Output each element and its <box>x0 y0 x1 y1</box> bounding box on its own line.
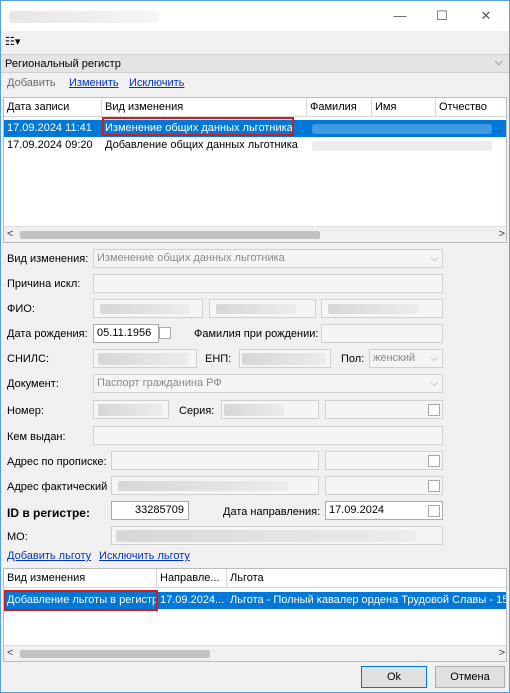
fio-label: ФИО: <box>7 303 35 315</box>
redacted-name <box>312 141 492 151</box>
calendar-icon[interactable] <box>428 505 440 517</box>
row-direction: 17.09.2024... <box>160 594 225 606</box>
delete-benefit-link[interactable]: Исключить льготу <box>99 550 190 562</box>
close-button[interactable]: ✕ <box>477 7 495 25</box>
benefit-scrollbar[interactable]: < > <box>4 645 506 661</box>
gender-label: Пол: <box>341 353 365 365</box>
change-type-select[interactable]: Изменение общих данных льготника ⌵ <box>93 249 443 268</box>
column-header-patronymic[interactable]: Отчество <box>436 98 506 117</box>
actual-address-field[interactable] <box>111 476 319 495</box>
section-header[interactable]: Региональный регистр ⌵ <box>1 54 509 73</box>
enp-label: ЕНП: <box>205 353 232 365</box>
gender-value: женский <box>373 352 416 364</box>
document-date-field[interactable] <box>325 400 443 419</box>
registry-id-field[interactable]: 33285709 <box>111 501 189 520</box>
benefit-grid: Вид изменения Направле... Льгота Добавле… <box>3 568 507 662</box>
ok-button[interactable]: Ok <box>361 666 427 688</box>
change-type-label: Вид изменения: <box>7 253 89 265</box>
history-grid: Дата записи Вид изменения Фамилия Имя От… <box>3 97 507 243</box>
chevron-down-icon: ⌵ <box>430 378 438 389</box>
issued-by-field[interactable] <box>93 426 443 445</box>
birth-date-label: Дата рождения: <box>7 328 88 340</box>
row-benefit: Льгота - Полный кавалер ордена Трудовой … <box>230 594 507 606</box>
actual-address-label: Адрес фактический <box>7 481 108 493</box>
chevron-down-icon: ⌵ <box>430 353 438 364</box>
row-date: 17.09.2024 09:20 <box>7 139 93 151</box>
column-header-direction[interactable]: Направле... <box>157 569 227 588</box>
scroll-left-icon[interactable]: < <box>7 228 13 240</box>
reg-address-extra-field[interactable] <box>325 451 443 470</box>
actual-address-checkbox[interactable] <box>428 480 440 492</box>
snils-field[interactable] <box>93 349 197 368</box>
direction-date-label: Дата направления: <box>223 506 321 518</box>
reg-address-checkbox[interactable] <box>428 455 440 467</box>
scroll-right-icon[interactable]: > <box>499 647 505 659</box>
minimize-button[interactable]: — <box>391 7 409 25</box>
highlight-box <box>102 117 294 136</box>
maiden-name-label: Фамилия при рождении: <box>194 328 319 340</box>
window-title-redacted <box>9 11 159 23</box>
number-label: Номер: <box>7 405 44 417</box>
exclude-reason-label: Причина искл: <box>7 278 81 290</box>
chevron-down-icon: ⌵ <box>430 253 438 264</box>
registry-id-label: ID в регистре: <box>7 506 90 520</box>
series-field[interactable] <box>221 400 319 419</box>
change-type-value: Изменение общих данных льготника <box>97 252 285 264</box>
column-header-name[interactable]: Имя <box>372 98 436 117</box>
first-name-field[interactable] <box>209 299 316 318</box>
row-date: 17.09.2024 11:41 <box>7 122 92 134</box>
table-row[interactable]: 17.09.2024 09:20 Добавление общих данных… <box>4 137 506 154</box>
section-title: Региональный регистр <box>5 58 121 70</box>
benefit-grid-header: Вид изменения Направле... Льгота <box>4 569 506 588</box>
column-header-surname[interactable]: Фамилия <box>307 98 372 117</box>
add-benefit-link[interactable]: Добавить льготу <box>7 550 91 562</box>
mo-field[interactable] <box>111 526 443 545</box>
calendar-icon[interactable] <box>428 404 440 416</box>
series-label: Серия: <box>179 405 215 417</box>
birth-date-field[interactable]: 05.11.1956 <box>93 324 159 343</box>
number-field[interactable] <box>93 400 169 419</box>
snils-label: СНИЛС: <box>7 353 50 365</box>
column-header-benefit[interactable]: Льгота <box>227 569 506 588</box>
exclude-reason-field[interactable] <box>93 274 443 293</box>
cancel-button[interactable]: Отмена <box>435 666 505 688</box>
mo-label: МО: <box>7 531 28 543</box>
surname-field[interactable] <box>93 299 203 318</box>
document-label: Документ: <box>7 378 59 390</box>
maximize-button[interactable]: ☐ <box>433 7 451 25</box>
title-bar: — ☐ ✕ <box>1 1 509 31</box>
document-select[interactable]: Паспорт гражданина РФ ⌵ <box>93 374 443 393</box>
reg-address-label: Адрес по прописке: <box>7 456 107 468</box>
scroll-thumb[interactable] <box>20 231 320 239</box>
direction-date-field[interactable]: 17.09.2024 <box>325 501 443 520</box>
column-header-change[interactable]: Вид изменения <box>102 98 307 117</box>
delete-link[interactable]: Исключить <box>129 77 184 89</box>
calendar-icon[interactable] <box>159 327 171 339</box>
column-header-change[interactable]: Вид изменения <box>4 569 157 588</box>
chevron-down-icon[interactable]: ⌵ <box>495 56 503 69</box>
maiden-name-field[interactable] <box>321 324 443 343</box>
scroll-thumb[interactable] <box>20 650 210 658</box>
dialog-window: — ☐ ✕ ☷▾ Региональный регистр ⌵ Добавить… <box>0 0 510 693</box>
history-grid-header: Дата записи Вид изменения Фамилия Имя От… <box>4 98 506 117</box>
enp-field[interactable] <box>239 349 331 368</box>
document-value: Паспорт гражданина РФ <box>97 377 222 389</box>
scroll-right-icon[interactable]: > <box>499 228 505 240</box>
actual-address-extra-field[interactable] <box>325 476 443 495</box>
add-link[interactable]: Добавить <box>7 77 56 89</box>
history-scrollbar[interactable]: < > <box>4 226 506 242</box>
column-header-date[interactable]: Дата записи <box>4 98 102 117</box>
patronymic-field[interactable] <box>321 299 443 318</box>
gender-select[interactable]: женский ⌵ <box>369 349 443 368</box>
highlight-box <box>4 590 158 611</box>
menu-icon[interactable]: ☷▾ <box>5 35 21 49</box>
reg-address-field[interactable] <box>111 451 319 470</box>
edit-link[interactable]: Изменить <box>69 77 119 89</box>
toolbar: ☷▾ <box>1 31 509 53</box>
issued-by-label: Кем выдан: <box>7 431 66 443</box>
scroll-left-icon[interactable]: < <box>7 647 13 659</box>
row-change: Добавление общих данных льготника <box>105 139 298 151</box>
redacted-name <box>312 124 492 134</box>
